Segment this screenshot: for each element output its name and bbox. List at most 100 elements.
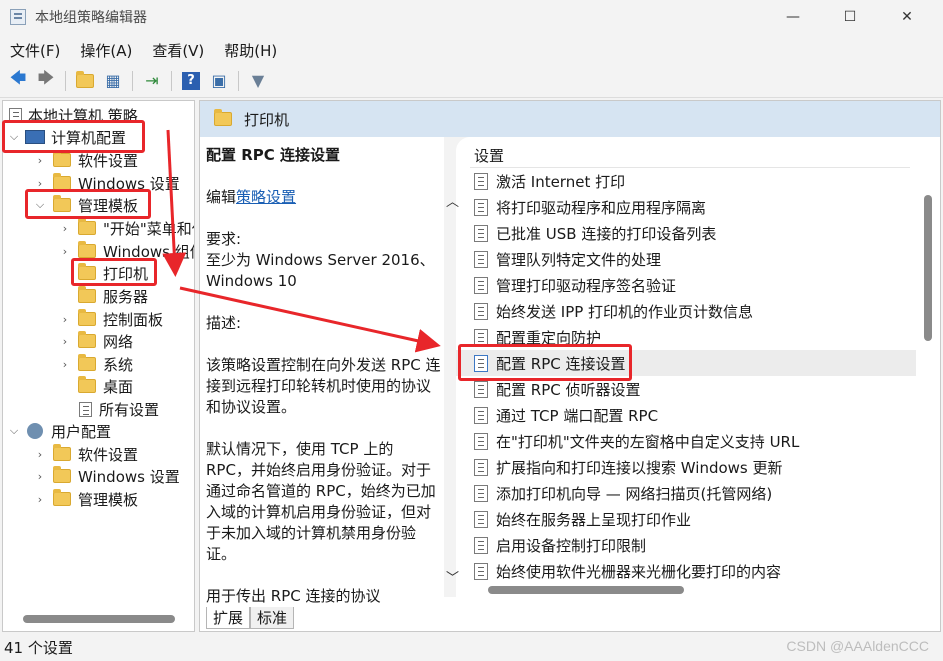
tree-system[interactable]: › 系统 xyxy=(58,353,133,375)
list-item[interactable]: 管理队列特定文件的处理 xyxy=(456,246,916,272)
tree-windows-components[interactable]: › Windows 组件 xyxy=(58,240,194,262)
column-header-settings[interactable]: 设置 xyxy=(474,145,504,166)
folder-icon xyxy=(53,173,71,190)
up-folder-icon[interactable] xyxy=(73,70,97,92)
list-horizontal-scrollbar[interactable] xyxy=(488,586,684,594)
setting-icon xyxy=(474,250,488,268)
menu-action[interactable]: 操作(A) xyxy=(70,40,142,61)
chevron-right-icon[interactable]: › xyxy=(58,335,72,348)
export-list-icon[interactable]: ⇥ xyxy=(140,70,164,92)
scroll-up-icon[interactable]: ︿ xyxy=(446,191,459,210)
list-item[interactable]: 在"打印机"文件夹的左窗格中自定义支持 URL xyxy=(456,428,916,454)
close-button[interactable]: ✕ xyxy=(884,0,930,34)
chevron-down-icon[interactable]: ⌵ xyxy=(33,198,47,212)
tab-extended[interactable]: 扩展 xyxy=(206,607,251,629)
list-item[interactable]: 始终在服务器上呈现打印作业 xyxy=(456,506,916,532)
list-item[interactable]: 激活 Internet 打印 xyxy=(456,168,916,194)
folder-icon xyxy=(78,263,96,280)
chevron-down-icon[interactable]: ⌵ xyxy=(7,424,21,438)
list-item[interactable]: 已批准 USB 连接的打印设备列表 xyxy=(456,220,916,246)
requirement-text: 至少为 Windows Server 2016、Windows 10 xyxy=(206,251,435,290)
tree-start-menu[interactable]: › "开始"菜单和任务栏 xyxy=(58,217,194,239)
list-vertical-scrollbar[interactable] xyxy=(924,195,932,341)
tree-printers[interactable]: 打印机 xyxy=(58,262,148,284)
folder-icon xyxy=(53,444,71,461)
folder-icon xyxy=(53,489,71,506)
scroll-down-icon[interactable]: ﹀ xyxy=(446,567,459,586)
tree-all-settings[interactable]: 所有设置 xyxy=(58,398,159,420)
folder-icon xyxy=(78,309,96,326)
menu-view[interactable]: 查看(V) xyxy=(142,40,214,61)
tree-windows-settings[interactable]: › Windows 设置 xyxy=(33,172,180,194)
list-item-selected[interactable]: 配置 RPC 连接设置 xyxy=(456,350,916,376)
chevron-right-icon[interactable]: › xyxy=(33,493,47,506)
list-item[interactable]: 配置重定向防护 xyxy=(456,324,916,350)
chevron-right-icon[interactable]: › xyxy=(33,177,47,190)
tree-root[interactable]: 本地计算机 策略 xyxy=(7,104,138,126)
forward-arrow-icon[interactable]: 🡆 xyxy=(34,68,58,92)
list-item[interactable]: 启用设备控制打印限制 xyxy=(456,532,916,558)
tree-server[interactable]: 服务器 xyxy=(58,285,148,307)
tree-desktop-label: 桌面 xyxy=(103,377,134,396)
chevron-right-icon[interactable]: › xyxy=(58,222,72,235)
window-title: 本地组策略编辑器 xyxy=(35,10,147,26)
show-hide-tree-icon[interactable]: ▦ xyxy=(101,70,125,92)
list-item[interactable]: 扩展指向和打印连接以搜索 Windows 更新 xyxy=(456,454,916,480)
tree-software-settings[interactable]: › 软件设置 xyxy=(33,149,138,171)
setting-label: 始终发送 IPP 打印机的作业页计数信息 xyxy=(496,302,754,321)
folder-icon xyxy=(78,286,96,303)
chevron-right-icon[interactable]: › xyxy=(58,358,72,371)
properties-icon[interactable]: ▣ xyxy=(207,70,231,92)
folder-icon xyxy=(78,354,96,371)
tree-network[interactable]: › 网络 xyxy=(58,330,133,352)
toolbar-separator xyxy=(238,70,239,91)
tree-pane[interactable]: 本地计算机 策略 ⌵ 计算机配置 › 软件设置 › Windows 设置 ⌵ 管… xyxy=(2,100,195,632)
chevron-right-icon[interactable]: › xyxy=(33,154,47,167)
maximize-button[interactable]: ☐ xyxy=(827,0,873,34)
tree-user-windows[interactable]: › Windows 设置 xyxy=(33,465,180,487)
tree-user-software[interactable]: › 软件设置 xyxy=(33,443,138,465)
chevron-down-icon[interactable]: ⌵ xyxy=(7,130,21,144)
setting-label: 始终使用软件光栅器来光栅化要打印的内容 xyxy=(496,562,782,581)
tree-control-panel[interactable]: › 控制面板 xyxy=(58,308,163,330)
edit-policy-link[interactable]: 策略设置 xyxy=(236,188,296,206)
minimize-button[interactable]: — xyxy=(770,0,816,34)
setting-icon xyxy=(474,172,488,190)
menu-file[interactable]: 文件(F) xyxy=(0,40,70,61)
list-item[interactable]: 添加打印机向导 — 网络扫描页(托管网络) xyxy=(456,480,916,506)
list-item[interactable]: 管理打印驱动程序签名验证 xyxy=(456,272,916,298)
status-text: 41 个设置 xyxy=(4,639,73,657)
toolbar-separator xyxy=(65,70,66,91)
tree-user-admin[interactable]: › 管理模板 xyxy=(33,488,138,510)
folder-icon xyxy=(78,376,96,393)
list-item[interactable]: 通过 TCP 端口配置 RPC xyxy=(456,402,916,428)
tree-scrollbar[interactable] xyxy=(23,615,175,623)
tree-admin-templates[interactable]: ⌵ 管理模板 xyxy=(33,194,138,216)
list-item[interactable]: 始终发送 IPP 打印机的作业页计数信息 xyxy=(456,298,916,324)
chevron-right-icon[interactable]: › xyxy=(33,448,47,461)
chevron-right-icon[interactable]: › xyxy=(58,313,72,326)
tree-computer-config[interactable]: ⌵ 计算机配置 xyxy=(7,126,126,148)
chevron-right-icon[interactable]: › xyxy=(33,470,47,483)
content-pane: 打印机 配置 RPC 连接设置 编辑策略设置 要求: 至少为 Windows S… xyxy=(199,100,941,632)
setting-icon xyxy=(474,458,488,476)
tab-standard[interactable]: 标准 xyxy=(250,607,295,629)
folder-icon xyxy=(53,150,71,167)
chevron-right-icon[interactable]: › xyxy=(58,245,72,258)
list-item[interactable]: 将打印驱动程序和应用程序隔离 xyxy=(456,194,916,220)
tree-desktop[interactable]: 桌面 xyxy=(58,375,133,397)
setting-icon xyxy=(474,302,488,320)
setting-label: 启用设备控制打印限制 xyxy=(496,536,647,555)
folder-icon xyxy=(53,195,71,212)
filter-icon[interactable]: ▼ xyxy=(246,70,270,92)
settings-list[interactable]: 设置 激活 Internet 打印 将打印驱动程序和应用程序隔离 已批准 USB… xyxy=(456,137,940,597)
menu-help[interactable]: 帮助(H) xyxy=(214,40,287,61)
tree-network-label: 网络 xyxy=(103,332,134,351)
list-item[interactable]: 配置 RPC 侦听器设置 xyxy=(456,376,916,402)
tree-user-software-label: 软件设置 xyxy=(78,445,139,464)
back-arrow-icon[interactable]: 🡄 xyxy=(6,68,30,92)
list-item[interactable]: 始终使用软件光栅器来光栅化要打印的内容 xyxy=(456,558,916,584)
tree-user-config[interactable]: ⌵ 用户配置 xyxy=(7,420,111,442)
help-icon[interactable]: ? xyxy=(179,70,203,92)
tree-system-label: 系统 xyxy=(103,355,134,374)
